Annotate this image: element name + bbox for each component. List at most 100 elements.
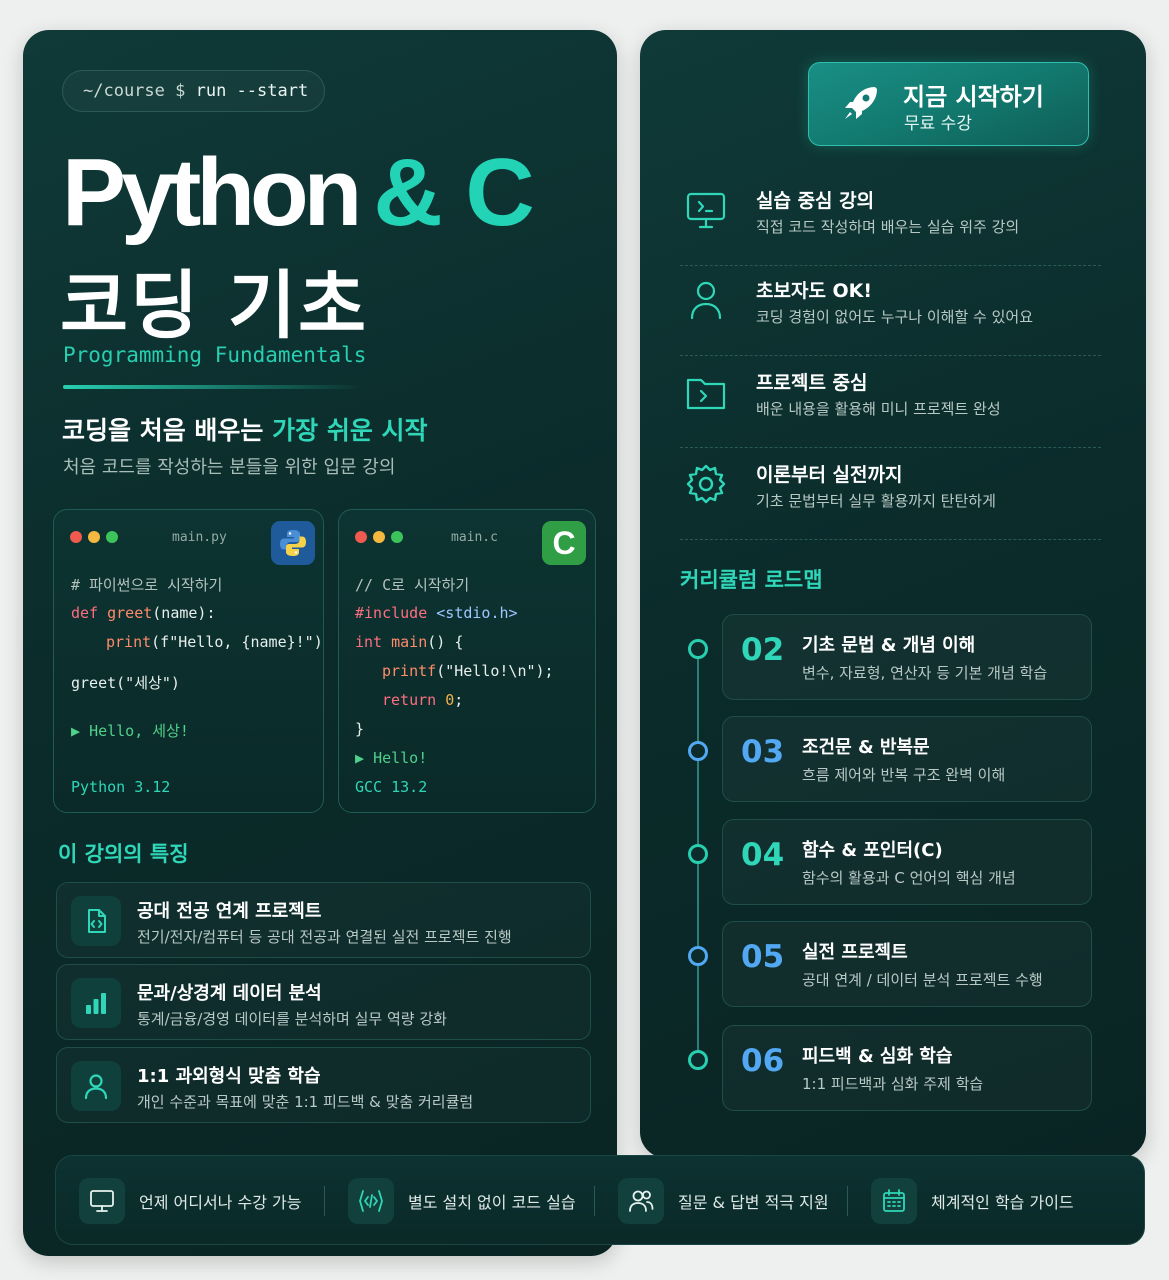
divider xyxy=(680,539,1101,540)
start-button-title: 지금 시작하기 xyxy=(903,83,1044,111)
roadmap-step-desc: 공대 연계 / 데이터 분석 프로젝트 수행 xyxy=(802,971,1043,989)
right-feature-title: 초보자도 OK! xyxy=(756,280,873,302)
rocket-icon xyxy=(839,81,883,129)
folder-code-icon xyxy=(684,370,728,414)
code-line: printf("Hello!\n"); xyxy=(382,662,554,680)
terminal-command: run --start xyxy=(195,81,309,101)
user-icon xyxy=(684,278,728,322)
bottom-item-label: 질문 & 답변 적극 지원 xyxy=(678,1193,829,1212)
roadmap-node xyxy=(688,639,708,659)
gear-icon xyxy=(684,462,728,506)
python-filename: main.py xyxy=(172,530,227,545)
close-dot-icon xyxy=(70,531,82,543)
roadmap-step-title: 함수 & 포인터(C) xyxy=(802,840,943,861)
gcc-version: GCC 13.2 xyxy=(355,778,428,796)
bottom-info-bar: 언제 어디서나 수강 가능 별도 설치 없이 코드 실습 질문 & 답변 적극 … xyxy=(55,1155,1145,1245)
code-line: def greet(name): xyxy=(71,604,216,622)
tagline: 코딩을 처음 배우는 가장 쉬운 시작 xyxy=(62,411,428,447)
divider xyxy=(680,355,1101,356)
code-line: print(f"Hello, {name}!") xyxy=(106,633,323,651)
roadmap-step-title: 피드백 & 심화 학습 xyxy=(802,1046,953,1067)
code-line: greet("세상") xyxy=(71,674,180,692)
code-line: #include <stdio.h> xyxy=(355,604,518,622)
bottom-item-label: 언제 어디서나 수강 가능 xyxy=(139,1193,302,1212)
calendar-icon xyxy=(871,1178,917,1224)
roadmap-card[interactable]: 03 조건문 & 반복문 흐름 제어와 반복 구조 완벽 이해 xyxy=(722,716,1092,802)
title-and-c: & C xyxy=(373,139,534,246)
bottom-item-label: 별도 설치 없이 코드 실습 xyxy=(408,1193,576,1212)
right-feature-title: 프로젝트 중심 xyxy=(756,372,868,394)
bar-chart-icon xyxy=(71,978,121,1028)
start-button-sub: 무료 수강 xyxy=(904,114,972,134)
roadmap-card[interactable]: 05 실전 프로젝트 공대 연계 / 데이터 분석 프로젝트 수행 xyxy=(722,921,1092,1007)
subtitle: Programming Fundamentals xyxy=(63,343,367,367)
feature-desc: 개인 수준과 목표에 맞춘 1:1 피드백 & 맞춤 커리큘럼 xyxy=(137,1093,474,1111)
terminal-prompt: ~/course $ xyxy=(83,81,186,101)
roadmap-card[interactable]: 02 기초 문법 & 개념 이해 변수, 자료형, 연산자 등 기본 개념 학습 xyxy=(722,614,1092,700)
maximize-dot-icon xyxy=(391,531,403,543)
bottom-item: 별도 설치 없이 코드 실습 xyxy=(348,1176,576,1226)
start-now-button[interactable]: 지금 시작하기 무료 수강 xyxy=(808,62,1089,146)
roadmap-step-title: 조건문 & 반복문 xyxy=(802,737,930,758)
separator xyxy=(847,1186,848,1216)
roadmap-title: 커리큘럼 로드맵 xyxy=(680,568,823,592)
roadmap-card[interactable]: 06 피드백 & 심화 학습 1:1 피드백과 심화 주제 학습 xyxy=(722,1025,1092,1111)
feature-desc: 전기/전자/컴퓨터 등 공대 전공과 연결된 실전 프로젝트 진행 xyxy=(137,928,512,946)
features-title: 이 강의의 특징 xyxy=(58,842,189,866)
monitor-icon xyxy=(79,1178,125,1224)
monitor-code-icon xyxy=(684,188,728,232)
title-underline xyxy=(63,385,363,389)
play-icon: ▶ xyxy=(355,749,365,767)
code-line: // C로 시작하기 xyxy=(355,576,470,594)
feature-card: 공대 전공 연계 프로젝트 전기/전자/컴퓨터 등 공대 전공과 연결된 실전 … xyxy=(56,882,591,958)
feature-title: 공대 전공 연계 프로젝트 xyxy=(137,901,322,922)
minimize-dot-icon xyxy=(373,531,385,543)
right-feature-desc: 기초 문법부터 실무 활용까지 탄탄하게 xyxy=(756,492,996,510)
title-python: Python xyxy=(62,139,362,246)
right-feature-item: 초보자도 OK! 코딩 경험이 없어도 누구나 이해할 수 있어요 xyxy=(680,268,1101,356)
right-feature-title: 이론부터 실전까지 xyxy=(756,464,903,486)
feature-desc: 통계/금융/경영 데이터를 분석하며 실무 역량 강화 xyxy=(137,1010,447,1028)
c-filename: main.c xyxy=(451,530,498,545)
code-line: } xyxy=(355,720,365,738)
bottom-item: 체계적인 학습 가이드 xyxy=(871,1176,1074,1226)
right-feature-item: 프로젝트 중심 배운 내용을 활용해 미니 프로젝트 완성 xyxy=(680,360,1101,448)
bottom-item-label: 체계적인 학습 가이드 xyxy=(931,1193,1074,1212)
roadmap-step-desc: 1:1 피드백과 심화 주제 학습 xyxy=(802,1075,984,1093)
tagline-lead: 코딩을 처음 배우는 xyxy=(62,416,264,445)
divider xyxy=(680,265,1101,266)
roadmap-step-title: 기초 문법 & 개념 이해 xyxy=(802,635,976,656)
play-icon: ▶ xyxy=(71,722,81,740)
right-feature-item: 이론부터 실전까지 기초 문법부터 실무 활용까지 탄탄하게 xyxy=(680,452,1101,540)
right-feature-desc: 코딩 경험이 없어도 누구나 이해할 수 있어요 xyxy=(756,308,1034,326)
roadmap-node xyxy=(688,1050,708,1070)
roadmap-node xyxy=(688,844,708,864)
code-line: # 파이썬으로 시작하기 xyxy=(71,576,223,594)
roadmap-node xyxy=(688,741,708,761)
roadmap-step-number: 04 xyxy=(741,837,785,873)
maximize-dot-icon xyxy=(106,531,118,543)
separator xyxy=(324,1186,325,1216)
separator xyxy=(594,1186,595,1216)
feature-title: 1:1 과외형식 맞춤 학습 xyxy=(137,1066,321,1087)
roadmap-card[interactable]: 04 함수 & 포인터(C) 함수의 활용과 C 언어의 핵심 개념 xyxy=(722,819,1092,905)
window-controls xyxy=(355,531,403,543)
right-feature-desc: 직접 코드 작성하며 배우는 실습 위주 강의 xyxy=(756,218,1020,236)
code-line: return 0; xyxy=(382,691,464,709)
title-korean: 코딩 기초 xyxy=(60,263,369,349)
feature-title: 문과/상경계 데이터 분석 xyxy=(137,983,322,1004)
roadmap-step-desc: 흐름 제어와 반복 구조 완벽 이해 xyxy=(802,766,1006,784)
divider xyxy=(680,447,1101,448)
users-icon xyxy=(618,1178,664,1224)
page-title: Python & C xyxy=(62,138,535,248)
python-logo-icon xyxy=(271,521,315,565)
minimize-dot-icon xyxy=(88,531,100,543)
window-controls xyxy=(70,531,118,543)
code-output: ▶ Hello, 세상! xyxy=(71,722,189,740)
right-feature-title: 실습 중심 강의 xyxy=(756,190,875,212)
code-output: ▶ Hello! xyxy=(355,749,428,767)
code-file-icon xyxy=(71,896,121,946)
right-feature-desc: 배운 내용을 활용해 미니 프로젝트 완성 xyxy=(756,400,1001,418)
python-code-card: main.py # 파이썬으로 시작하기 def greet(name): pr… xyxy=(53,509,324,813)
c-code-card: main.c C // C로 시작하기 #include <stdio.h> i… xyxy=(338,509,596,813)
